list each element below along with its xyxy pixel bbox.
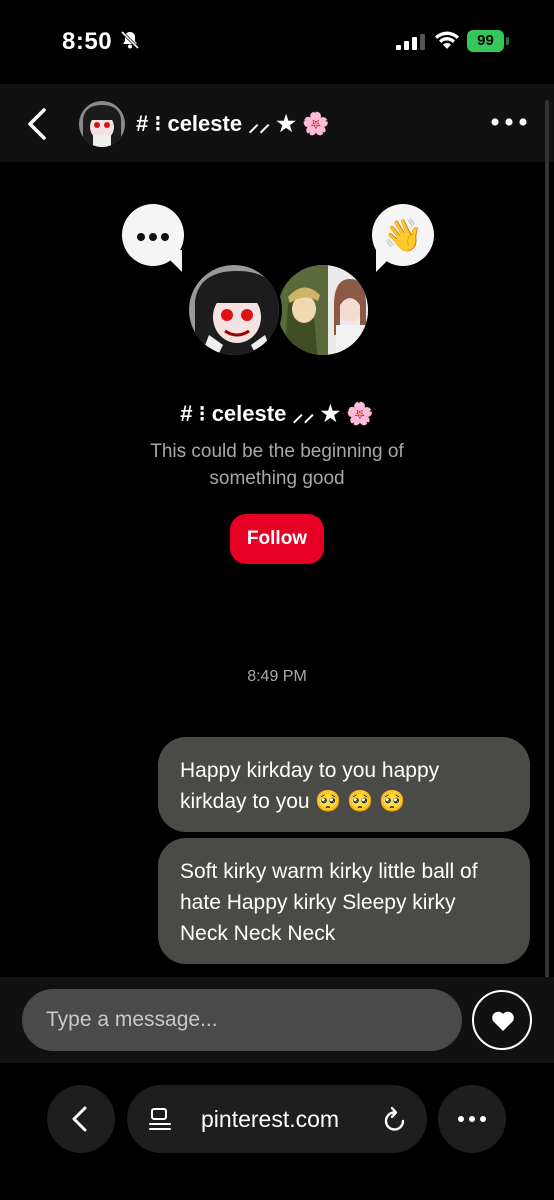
more-horizontal-icon[interactable] <box>490 110 528 134</box>
other-user-avatar[interactable] <box>275 262 371 358</box>
like-button[interactable] <box>472 990 532 1050</box>
chat-message[interactable]: Happy kirkday to you happy kirkday to yo… <box>158 737 530 832</box>
chat-message[interactable]: Soft kirky warm kirky little ball of hat… <box>158 838 530 964</box>
battery-indicator: 99 <box>467 30 509 52</box>
avatar[interactable] <box>79 101 125 147</box>
typing-bubble <box>122 204 184 266</box>
scrollbar[interactable] <box>545 100 549 1090</box>
header-title[interactable]: # ⁝ celeste ⸝⸝ ★ 🌸 <box>136 108 330 138</box>
typing-dots-icon <box>122 228 184 246</box>
my-avatar[interactable] <box>186 262 282 358</box>
wifi-icon <box>435 31 459 49</box>
message-input[interactable] <box>22 989 462 1051</box>
reload-icon[interactable] <box>383 1106 407 1132</box>
cell-signal-icon <box>396 34 425 50</box>
heart-icon <box>492 1011 514 1031</box>
follow-button[interactable]: Follow <box>230 514 324 564</box>
profile-name: # ⁝ celeste ⸝⸝ ★ 🌸 <box>180 401 374 426</box>
browser-toolbar: pinterest.com <box>0 1063 554 1200</box>
message-timestamp: 8:49 PM <box>247 668 307 685</box>
chat-header: # ⁝ celeste ⸝⸝ ★ 🌸 <box>0 84 554 162</box>
intro-subtitle: This could be the beginning of something… <box>150 441 404 489</box>
waving-hand-icon: 👋 <box>383 217 423 253</box>
bell-muted-icon <box>120 30 140 50</box>
status-time: 8:50 <box>62 28 113 55</box>
browser-more-button[interactable] <box>438 1085 506 1153</box>
address-bar[interactable]: pinterest.com <box>127 1085 427 1153</box>
wave-bubble: 👋 <box>372 204 434 266</box>
page-menu-icon[interactable] <box>149 1107 171 1131</box>
chevron-left-icon[interactable] <box>20 104 56 144</box>
url-text: pinterest.com <box>201 1106 340 1132</box>
chevron-left-icon <box>72 1106 87 1132</box>
battery-percent: 99 <box>477 32 494 49</box>
browser-back-button[interactable] <box>47 1085 115 1153</box>
status-bar: 8:50 99 <box>0 0 554 84</box>
message-composer <box>0 977 554 1063</box>
